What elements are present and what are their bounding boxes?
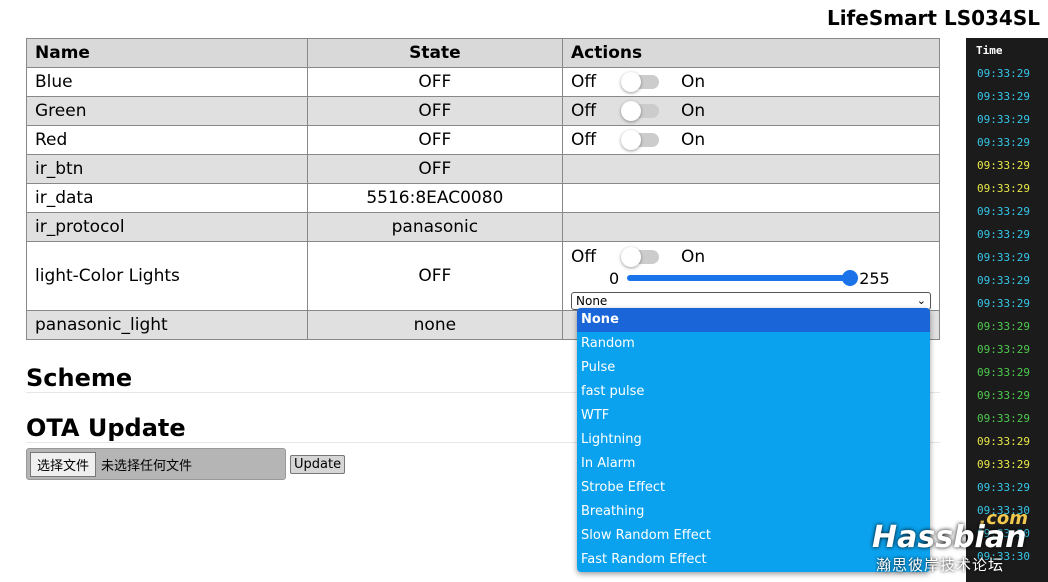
table-row: ir_btn OFF [26, 154, 940, 184]
row-state: 5516:8EAC0080 [306, 183, 564, 213]
toggle-knob [621, 101, 641, 121]
slider-max-label: 255 [859, 268, 890, 288]
row-name: ir_protocol [26, 212, 308, 242]
dropdown-option[interactable]: Random [577, 332, 930, 356]
on-label: On [681, 130, 706, 150]
toggle-knob [621, 72, 641, 92]
row-actions [562, 183, 940, 213]
log-row: 09:33:29 [977, 136, 1030, 149]
row-actions: Off On [562, 67, 940, 97]
log-row: 09:33:29 [977, 159, 1030, 172]
row-name: panasonic_light [26, 310, 308, 340]
dropdown-option[interactable]: Strobe Effect [577, 476, 930, 500]
log-row: 09:33:29 [977, 67, 1030, 80]
effect-select-value: None [576, 293, 608, 308]
header-name: Name [26, 38, 308, 68]
toggle-knob [621, 246, 641, 267]
log-row: 09:33:29 [977, 435, 1030, 448]
row-actions: Off On [562, 125, 940, 155]
log-row: 09:33:29 [977, 182, 1030, 195]
row-actions: Off On 0 255 None ⌄ [562, 241, 940, 311]
light-toggle-switch[interactable] [621, 246, 659, 267]
slider-thumb[interactable] [842, 270, 859, 286]
choose-file-button[interactable]: 选择文件 [30, 451, 97, 477]
log-row: 09:33:29 [977, 389, 1030, 402]
dropdown-option[interactable]: WTF [577, 404, 930, 428]
row-name: ir_btn [26, 154, 308, 184]
toggle-knob [621, 130, 641, 150]
log-row: 09:33:29 [977, 274, 1030, 287]
row-name: Red [26, 125, 308, 155]
table-row: Green OFF Off On [26, 96, 940, 126]
header-actions: Actions [562, 38, 940, 68]
watermark-subtitle: 瀚思彼岸技术论坛 [876, 556, 1005, 574]
dropdown-option[interactable]: In Alarm [577, 452, 930, 476]
ota-heading: OTA Update [26, 414, 186, 442]
brightness-slider[interactable] [627, 270, 859, 286]
on-label: On [681, 72, 706, 92]
log-row: 09:33:29 [977, 481, 1030, 494]
log-row: 09:33:29 [977, 205, 1030, 218]
log-row: 09:33:29 [977, 90, 1030, 103]
red-toggle-switch[interactable] [621, 130, 659, 150]
blue-toggle-switch[interactable] [621, 72, 659, 92]
log-row: 09:33:29 [977, 320, 1030, 333]
table-row: ir_protocol panasonic [26, 212, 940, 242]
log-row: 09:33:29 [977, 251, 1030, 264]
table-row: Blue OFF Off On [26, 67, 940, 97]
effect-select[interactable]: None ⌄ [571, 291, 931, 310]
scheme-heading: Scheme [26, 364, 133, 392]
watermark: .com Hassbian 瀚思彼岸技术论坛 [872, 506, 1048, 582]
row-state: OFF [306, 154, 564, 184]
table-row: Red OFF Off On [26, 125, 940, 155]
log-row: 09:33:29 [977, 228, 1030, 241]
no-file-label: 未选择任何文件 [101, 458, 193, 474]
dropdown-option[interactable]: Lightning [577, 428, 930, 452]
dropdown-option[interactable]: Pulse [577, 356, 930, 380]
log-row: 09:33:29 [977, 113, 1030, 126]
row-name: Green [26, 96, 308, 126]
table-header-row: Name State Actions [26, 38, 940, 68]
row-actions: Off On [562, 96, 940, 126]
log-panel: Time 09:33:29 09:33:29 09:33:29 09:33:29 09:… [966, 38, 1048, 582]
on-label: On [681, 246, 706, 267]
device-title: LifeSmart LS034SL [826, 6, 1040, 30]
row-state: OFF [306, 96, 564, 126]
row-name: Blue [26, 67, 308, 97]
file-input[interactable]: 选择文件 未选择任何文件 [26, 448, 286, 480]
row-state: panasonic [306, 212, 564, 242]
off-label: Off [571, 72, 597, 92]
slider-min-label: 0 [609, 268, 620, 288]
update-button[interactable]: Update [290, 455, 346, 474]
dropdown-option[interactable]: None [577, 308, 930, 332]
watermark-brand: Hassbian [872, 520, 1027, 555]
off-label: Off [571, 101, 597, 121]
table-row: light-Color Lights OFF Off On 0 255 None… [26, 241, 940, 311]
off-label: Off [571, 246, 597, 267]
table-row: ir_data 5516:8EAC0080 [26, 183, 940, 213]
log-row: 09:33:29 [977, 366, 1030, 379]
row-actions [562, 212, 940, 242]
on-label: On [681, 101, 706, 121]
row-actions [562, 154, 940, 184]
row-state: none [306, 310, 564, 340]
entity-table: Name State Actions Blue OFF Off On Green… [26, 38, 940, 340]
chevron-down-icon: ⌄ [916, 293, 926, 307]
log-row: 09:33:29 [977, 458, 1030, 471]
log-row: 09:33:29 [977, 297, 1030, 310]
dropdown-option[interactable]: fast pulse [577, 380, 930, 404]
log-row: 09:33:29 [977, 412, 1030, 425]
row-name: ir_data [26, 183, 308, 213]
log-row: 09:33:29 [977, 343, 1030, 356]
row-name: light-Color Lights [26, 241, 308, 311]
row-state: OFF [306, 241, 564, 311]
row-state: OFF [306, 67, 564, 97]
log-header: Time [976, 44, 1003, 57]
row-state: OFF [306, 125, 564, 155]
log-rows: 09:33:29 09:33:29 09:33:29 09:33:29 09:33:29… [966, 62, 1048, 568]
header-state: State [306, 38, 564, 68]
off-label: Off [571, 130, 597, 150]
green-toggle-switch[interactable] [621, 101, 659, 121]
